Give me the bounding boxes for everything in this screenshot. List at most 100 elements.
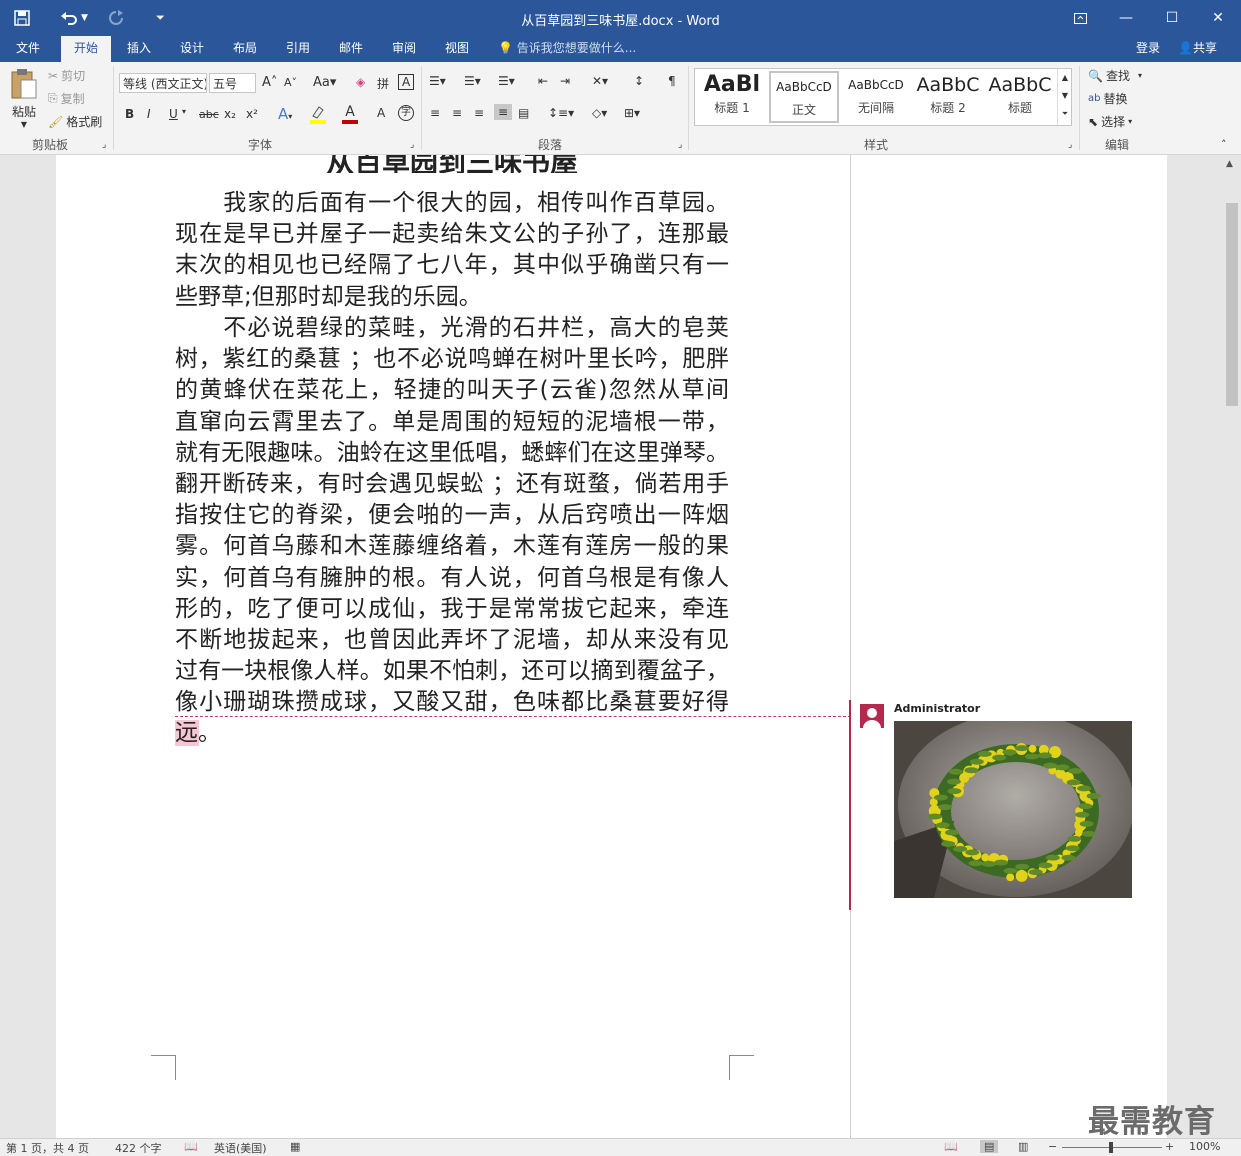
tell-me-search[interactable]: 💡 告诉我您想要做什么... [498, 36, 636, 62]
comment-image[interactable] [894, 721, 1132, 898]
shrink-font-icon[interactable]: A˅ [284, 76, 297, 89]
tab-insert[interactable]: 插入 [114, 36, 164, 62]
styles-scroll[interactable]: ▲ ▼ ⏷ [1057, 69, 1072, 125]
underline-dropdown-icon[interactable]: ▾ [182, 107, 186, 116]
tab-layout[interactable]: 布局 [220, 36, 270, 62]
highlight-icon[interactable] [308, 104, 328, 124]
bold-button[interactable]: B [125, 107, 134, 121]
distributed-icon[interactable]: ▤ [518, 106, 529, 120]
close-button[interactable]: ✕ [1196, 4, 1240, 32]
align-center-icon[interactable]: ≡ [452, 106, 462, 120]
increase-indent-icon[interactable]: ⇥ [560, 74, 570, 88]
dialog-launcher-icon[interactable]: ⌟ [410, 140, 414, 150]
format-painter-button[interactable]: 🖌 格式刷 [48, 113, 102, 130]
zoom-level[interactable]: 100% [1189, 1140, 1220, 1153]
superscript-button[interactable]: x² [246, 107, 258, 121]
minimize-button[interactable]: — [1104, 4, 1148, 32]
show-marks-icon[interactable]: ¶ [668, 74, 676, 88]
zoom-out-icon[interactable]: − [1048, 1140, 1057, 1153]
clear-format-icon[interactable]: ◈ [356, 75, 365, 89]
dialog-launcher-icon[interactable]: ⌟ [1068, 140, 1072, 150]
print-layout-icon[interactable]: ▤ [980, 1140, 999, 1153]
paragraph-2[interactable]: 不必说碧绿的菜畦，光滑的石井栏，高大的皂荚 树，紫红的桑葚 ；也不必说鸣蝉在树叶… [175, 313, 729, 750]
tab-file[interactable]: 文件 [3, 36, 53, 62]
font-color-icon[interactable]: A [341, 104, 359, 124]
cut-button[interactable]: ✂ 剪切 [48, 67, 85, 84]
decrease-indent-icon[interactable]: ⇤ [538, 74, 548, 88]
borders-icon[interactable]: ⊞▾ [624, 106, 640, 120]
strikethrough-button[interactable]: abc [199, 108, 219, 121]
align-left-icon[interactable]: ≡ [430, 106, 440, 120]
read-mode-icon[interactable]: 📖 [944, 1140, 958, 1153]
redo-icon[interactable] [108, 6, 124, 30]
undo-icon[interactable]: ▼ [60, 6, 88, 30]
save-icon[interactable] [14, 6, 30, 30]
style-normal[interactable]: AaBbCcD 正文 [769, 71, 839, 123]
tab-references[interactable]: 引用 [273, 36, 323, 62]
word-count[interactable]: 422 个字 [115, 1140, 162, 1156]
shading-icon[interactable]: ◇▾ [592, 106, 607, 120]
multilevel-list-icon[interactable]: ☰▾ [498, 74, 515, 88]
bullets-icon[interactable]: ☰▾ [429, 74, 446, 88]
line-spacing-icon[interactable]: ↕≡▾ [548, 106, 574, 120]
scrollbar-thumb[interactable] [1226, 203, 1238, 406]
font-name-combo[interactable]: 等线 (西文正文) [119, 73, 207, 93]
enclose-char-icon[interactable]: 字 [398, 105, 414, 121]
text-effects-icon[interactable]: A▾ [278, 105, 292, 123]
italic-button[interactable]: I [147, 107, 151, 121]
zoom-in-icon[interactable]: + [1165, 1140, 1174, 1153]
font-name-value: 等线 (西文正文) [123, 77, 207, 91]
tab-review[interactable]: 审阅 [379, 36, 429, 62]
language-indicator[interactable]: 英语(美国) [214, 1140, 267, 1156]
numbering-icon[interactable]: ☰▾ [464, 74, 481, 88]
ribbon-display-icon[interactable] [1058, 4, 1102, 32]
tab-mailings[interactable]: 邮件 [326, 36, 376, 62]
underline-button[interactable]: U [169, 107, 178, 121]
watermark: 最需教育 [1088, 1104, 1216, 1140]
style-title[interactable]: AaBbC 标题 [985, 71, 1055, 123]
style-heading2[interactable]: AaBbC 标题 2 [913, 71, 983, 123]
leaf-mark [1067, 835, 1082, 842]
change-case-icon[interactable]: Aa▾ [313, 75, 336, 90]
dialog-launcher-icon[interactable]: ⌟ [102, 140, 106, 150]
maximize-button[interactable]: ☐ [1150, 4, 1194, 32]
macro-icon[interactable]: ▦ [290, 1140, 300, 1153]
scroll-up-icon[interactable]: ▲ [1226, 159, 1233, 169]
char-shading-icon[interactable]: A [377, 106, 385, 120]
tab-home[interactable]: 开始 [61, 36, 112, 62]
style-no-spacing[interactable]: AaBbCcD 无间隔 [841, 71, 911, 123]
paste-button[interactable]: 粘贴 ▼ [6, 68, 42, 132]
editing-group-label: 编辑 [1104, 138, 1129, 152]
comment-connector [175, 716, 851, 717]
paragraph-1[interactable]: 我家的后面有一个很大的园，相传叫作百草园。 现在是早已并屋子一起卖给朱文公的子孙… [175, 188, 729, 313]
subscript-button[interactable]: x₂ [224, 107, 236, 121]
page-indicator[interactable]: 第 1 页，共 4 页 [6, 1140, 89, 1156]
grow-font-icon[interactable]: A˄ [262, 75, 277, 90]
tab-view[interactable]: 视图 [432, 36, 482, 62]
dialog-launcher-icon[interactable]: ⌟ [678, 140, 682, 150]
replace-icon: ab [1088, 93, 1101, 104]
customize-quick-access-icon[interactable]: ⏷ [156, 6, 165, 30]
tab-design[interactable]: 设计 [167, 36, 217, 62]
pinyin-guide-icon[interactable]: 拼 [377, 75, 389, 92]
align-right-icon[interactable]: ≡ [474, 106, 484, 120]
text-line: 形的，吃了便可以成仙，我于是常常拔它起来，牵连 [175, 595, 729, 622]
sort-icon[interactable]: ↕ [634, 74, 644, 88]
login-button[interactable]: 登录 [1136, 36, 1160, 62]
leaf-mark [1077, 785, 1092, 792]
justify-icon[interactable]: ≡ [494, 104, 513, 120]
select-button[interactable]: ⬉ 选择 ▾ [1088, 113, 1132, 130]
find-button[interactable]: 🔍 查找 ▾ [1088, 67, 1142, 84]
replace-button[interactable]: ab 替换 [1088, 90, 1128, 107]
chinese-layout-icon[interactable]: ✕▾ [592, 74, 608, 88]
char-border-icon[interactable]: A [398, 74, 415, 90]
select-label: 选择 [1101, 115, 1126, 129]
font-size-combo[interactable]: 五号 [209, 73, 256, 93]
collapse-ribbon-icon[interactable]: ˄ [1221, 138, 1227, 151]
style-heading1[interactable]: AaBl 标题 1 [697, 71, 767, 123]
copy-button[interactable]: ⎘ 复制 [48, 90, 85, 107]
web-layout-icon[interactable]: ▥ [1018, 1140, 1028, 1153]
share-button[interactable]: 👤共享 [1178, 36, 1217, 62]
proofing-icon[interactable]: 📖 [184, 1140, 198, 1153]
zoom-slider-thumb[interactable] [1109, 1142, 1113, 1153]
